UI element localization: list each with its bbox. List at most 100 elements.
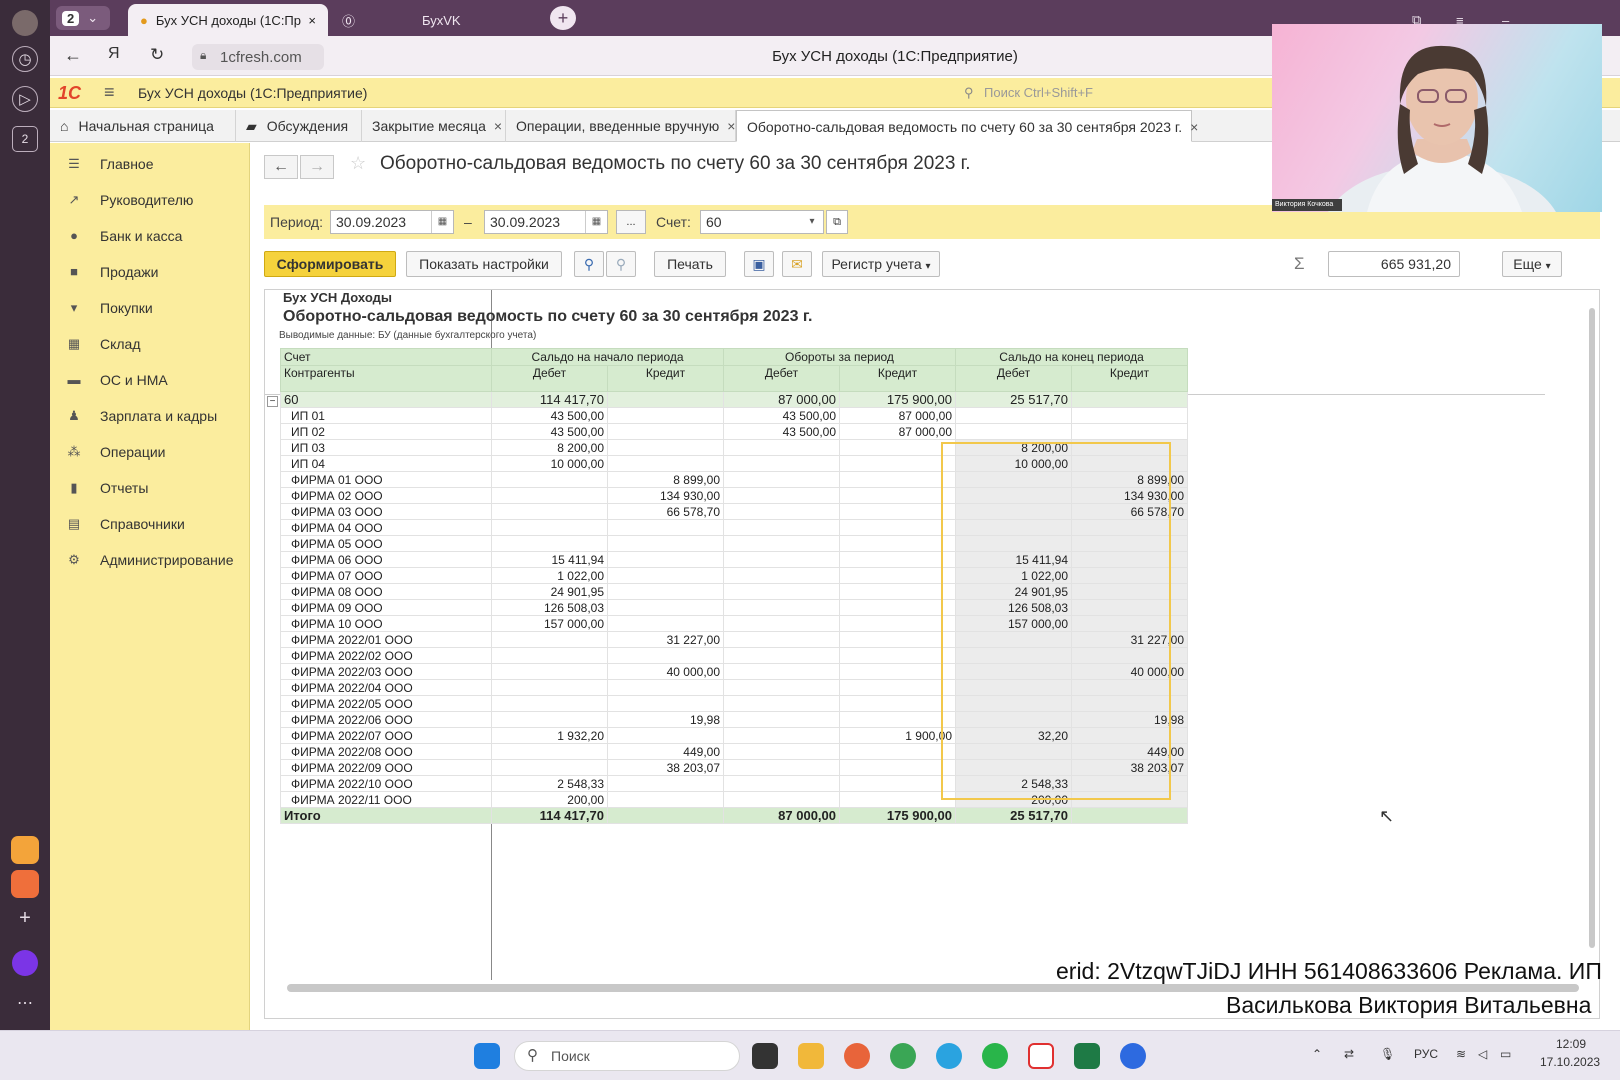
calendar-icon[interactable]: ▦ [585,211,607,233]
yandex-browser-icon[interactable] [1028,1043,1054,1069]
date-from-field[interactable]: 30.09.2023 ▦ [330,210,454,234]
table-row[interactable]: ИП 02 43 500,00 43 500,00 87 000,00 [280,423,1188,440]
table-row[interactable]: ФИРМА 2022/03 ООО 40 000,00 40 000,00 [280,663,1188,680]
sidebar-item-catalogs[interactable]: ▤ Справочники [50,509,250,539]
table-row[interactable]: ФИРМА 08 ООО 24 901,95 24 901,95 [280,583,1188,600]
print-button[interactable]: Печать [654,251,726,277]
chevron-up-icon[interactable]: ⌃ [1312,1047,1322,1061]
language-indicator[interactable]: РУС [1414,1047,1438,1061]
email-icon[interactable]: ✉ [782,251,812,277]
table-row[interactable]: ФИРМА 2022/05 ООО [280,695,1188,712]
table-row[interactable]: ФИРМА 03 ООО 66 578,70 66 578,70 [280,503,1188,520]
favorite-star-icon[interactable]: ☆ [350,153,366,174]
table-row[interactable]: ФИРМА 05 ООО [280,535,1188,552]
battery-icon[interactable]: ▭ [1500,1047,1511,1061]
close-icon[interactable]: × [494,118,502,134]
back-arrow-icon[interactable]: ← [264,155,298,179]
sidebar-item-salary[interactable]: ♟ Зарплата и кадры [50,401,250,431]
hamburger-menu-icon[interactable]: ≡ [104,82,115,103]
sidebar-item-manager[interactable]: ↗ Руководителю [50,185,250,215]
table-row[interactable]: ФИРМА 10 ООО 157 000,00 157 000,00 [280,615,1188,632]
total-row[interactable]: Итого 114 417,70 87 000,00 175 900,00 25 517… [280,807,1188,824]
whatsapp-icon[interactable] [982,1043,1008,1069]
browser-tab-active[interactable]: ● Бух УСН доходы (1С:Пр × [128,4,328,36]
taskbar-search[interactable]: ⚲ Поиск [514,1041,740,1071]
microphone-icon[interactable]: 🎙︎ [1380,1047,1395,1061]
horizontal-scrollbar[interactable] [287,984,1579,992]
close-icon[interactable]: × [308,13,316,28]
sidebar-item-main[interactable]: ☰ Главное [50,149,250,179]
tab-home[interactable]: ⌂ Начальная страница [50,110,236,142]
table-row[interactable]: ФИРМА 2022/11 ООО 200,00 200,00 [280,791,1188,808]
tab-month-close[interactable]: Закрытие месяца × [362,110,506,142]
table-row[interactable]: ФИРМА 09 ООО 126 508,03 126 508,03 [280,599,1188,616]
sidebar-item-fixed-assets[interactable]: ▬ ОС и НМА [50,365,250,395]
more-dots-icon[interactable]: ⋯ [12,990,38,1016]
history-icon[interactable]: ◷ [12,46,38,72]
forward-arrow-icon[interactable]: → [300,155,334,179]
period-select-button[interactable]: ... [616,210,646,234]
tab-group-button[interactable]: 2 ⌄ [56,6,110,30]
table-row[interactable]: ФИРМА 2022/10 ООО 2 548,33 2 548,33 [280,775,1188,792]
tab-discussions[interactable]: ▰ Обсуждения [236,110,362,142]
chevron-down-icon[interactable]: ▾ [801,211,823,233]
sidebar-item-sales[interactable]: ■ Продажи [50,257,250,287]
alice-assistant-icon[interactable] [12,950,38,976]
open-icon[interactable]: ⧉ [826,210,848,234]
network-transfer-icon[interactable]: ⇄ [1344,1047,1354,1061]
table-row[interactable]: ФИРМА 2022/06 ООО 19,98 19,98 [280,711,1188,728]
windows-start-icon[interactable] [474,1043,500,1069]
table-row[interactable]: ФИРМА 04 ООО [280,519,1188,536]
search-icon[interactable]: ⚲ [574,251,604,277]
global-search-input[interactable]: ⚲ Поиск Ctrl+Shift+F [962,82,1262,104]
table-row[interactable]: ФИРМА 2022/09 ООО 38 203,07 38 203,07 [280,759,1188,776]
sidebar-item-admin[interactable]: ⚙ Администрирование [50,545,250,575]
table-row[interactable]: ФИРМА 06 ООО 15 411,94 15 411,94 [280,551,1188,568]
excel-icon[interactable] [1074,1043,1100,1069]
generate-button[interactable]: Сформировать [264,251,396,277]
add-panel-icon[interactable]: + [12,905,38,931]
more-button[interactable]: Еще ▾ [1502,251,1562,277]
table-row[interactable]: ФИРМА 2022/01 ООО 31 227,00 31 227,00 [280,631,1188,648]
show-settings-button[interactable]: Показать настройки [406,251,562,277]
save-icon[interactable]: ▣ [744,251,774,277]
table-row[interactable]: ФИРМА 2022/07 ООО 1 932,20 1 900,00 32,20 [280,727,1188,744]
clock-time[interactable]: 12:09 [1556,1037,1586,1051]
sidebar-item-reports[interactable]: ▮ Отчеты [50,473,250,503]
file-explorer-icon[interactable] [798,1043,824,1069]
table-row[interactable]: ФИРМА 2022/08 ООО 449,00 449,00 [280,743,1188,760]
table-row[interactable]: ФИРМА 2022/02 ООО [280,647,1188,664]
play-icon[interactable]: ▷ [12,86,38,112]
telegram-icon[interactable] [936,1043,962,1069]
tab-favicon-icon[interactable]: ⓪ [330,4,367,36]
report-spreadsheet[interactable]: Бух УСН Доходы Оборотно-сальдовая ведомо… [264,289,1600,1019]
sidebar-item-operations[interactable]: ⁂ Операции [50,437,250,467]
mail-app-icon[interactable] [11,870,39,898]
firefox-icon[interactable] [844,1043,870,1069]
sidebar-item-warehouse[interactable]: ▦ Склад [50,329,250,359]
profile-avatar[interactable] [12,10,38,36]
close-icon[interactable]: × [1190,119,1198,135]
sidebar-item-bank[interactable]: ● Банк и касса [50,221,250,251]
search-settings-icon[interactable]: ⚲ [606,251,636,277]
table-row[interactable]: ФИРМА 01 ООО 8 899,00 8 899,00 [280,471,1188,488]
volume-icon[interactable]: ◁ [1478,1047,1487,1061]
task-view-icon[interactable] [752,1043,778,1069]
clock-date[interactable]: 17.10.2023 [1540,1055,1600,1069]
new-tab-icon[interactable]: + [550,6,576,30]
collapse-group-icon[interactable]: − [267,396,278,407]
table-row[interactable]: ИП 04 10 000,00 10 000,00 [280,455,1188,472]
vertical-scrollbar[interactable] [1589,308,1595,948]
table-row[interactable]: ФИРМА 02 ООО 134 930,00 134 930,00 [280,487,1188,504]
calendar-icon[interactable]: ▦ [431,211,453,233]
sidebar-item-purchases[interactable]: ▾ Покупки [50,293,250,323]
register-dropdown[interactable]: Регистр учета ▾ [822,251,940,277]
tab-osv-report[interactable]: Оборотно-сальдовая ведомость по счету 60… [736,110,1198,142]
chrome-icon[interactable] [890,1043,916,1069]
tabs-count-icon[interactable]: 2 [12,126,38,152]
table-row[interactable]: ФИРМА 07 ООО 1 022,00 1 022,00 [280,567,1188,584]
zoom-icon[interactable] [1120,1043,1146,1069]
account-row[interactable]: 60 114 417,70 87 000,00 175 900,00 25 517,70 [280,391,1188,408]
date-to-field[interactable]: 30.09.2023 ▦ [484,210,608,234]
close-icon[interactable]: × [727,118,735,134]
